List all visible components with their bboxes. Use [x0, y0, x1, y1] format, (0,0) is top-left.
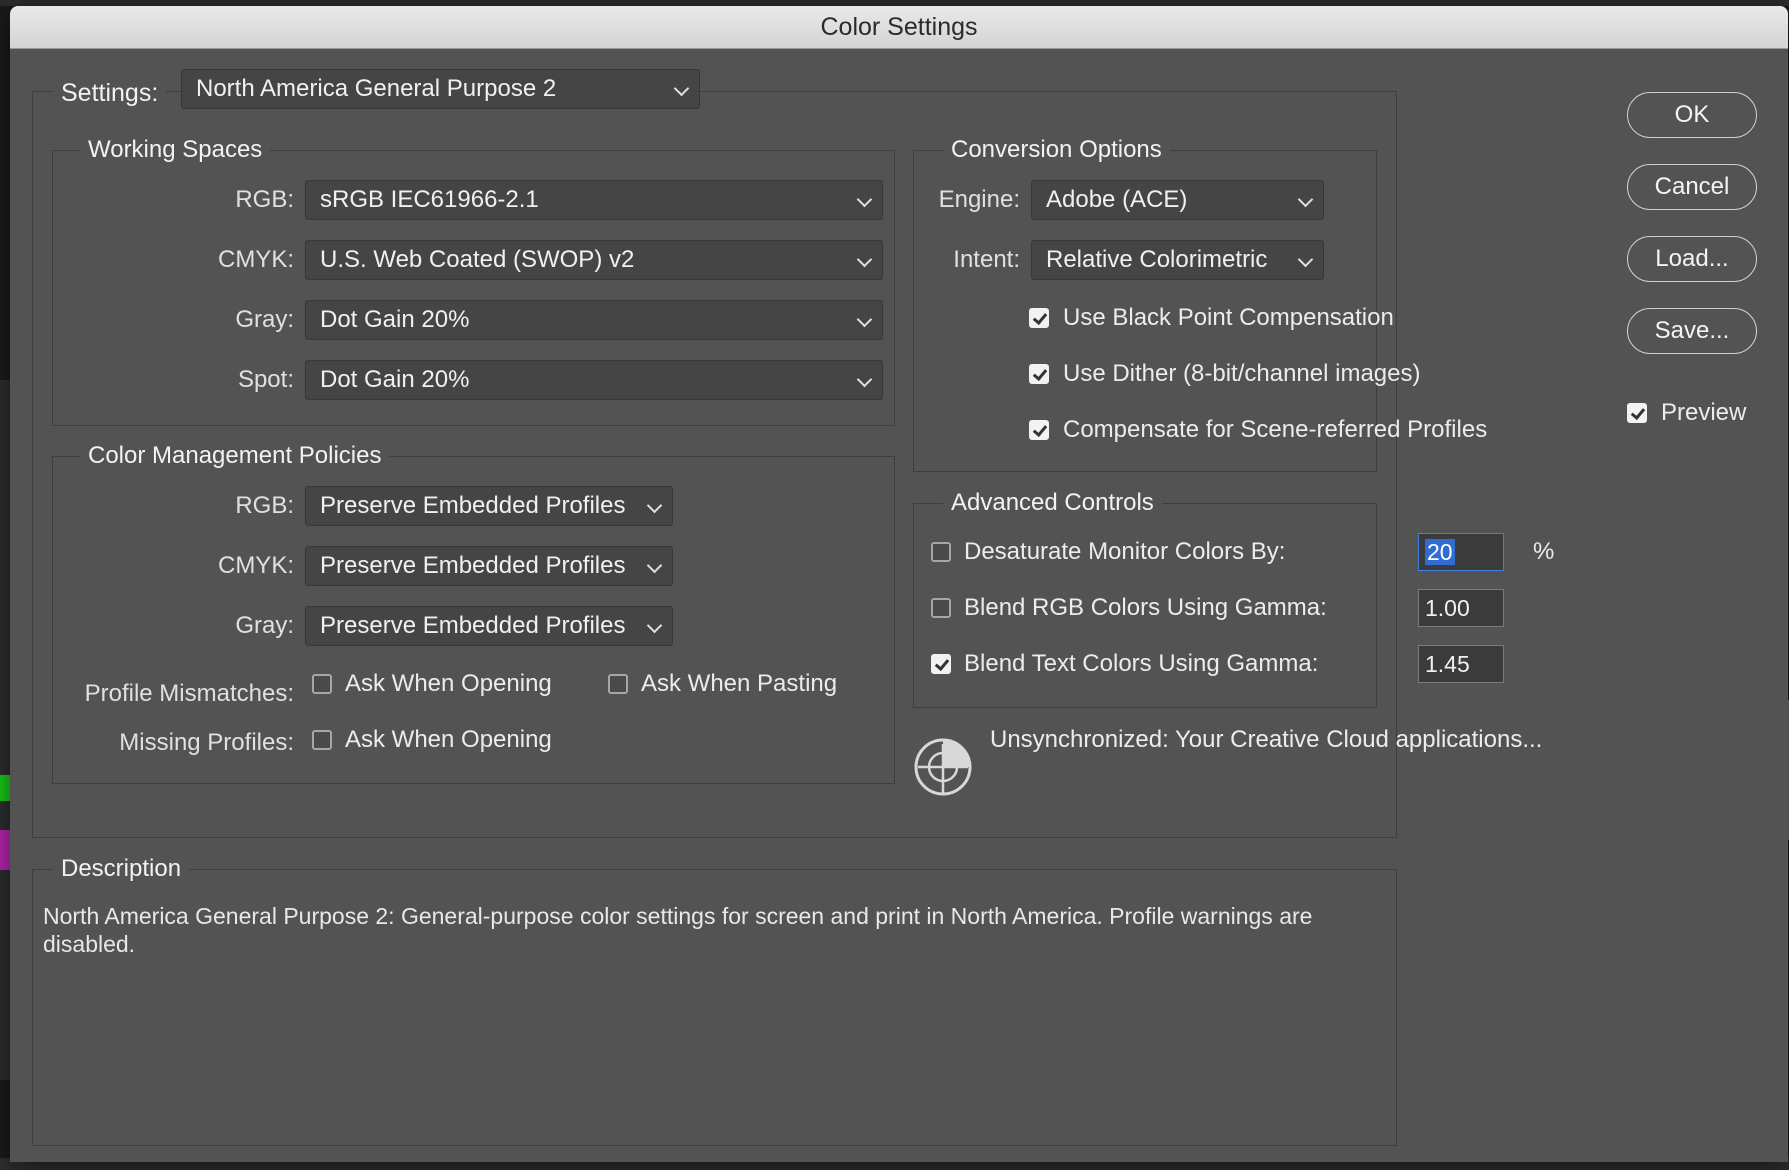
- ws-spot-select[interactable]: Dot Gain 20%: [305, 360, 883, 400]
- blend-text-label: Blend Text Colors Using Gamma:: [964, 650, 1319, 677]
- sync-status-text: Unsynchronized: Your Creative Cloud appl…: [990, 726, 1543, 753]
- policies-title: Color Management Policies: [80, 442, 390, 470]
- engine-select[interactable]: Adobe (ACE): [1031, 180, 1324, 220]
- desaturate-input[interactable]: 20: [1418, 533, 1504, 571]
- blend-text-checkbox[interactable]: [931, 654, 951, 674]
- blend-rgb-input[interactable]: 1.00: [1418, 589, 1504, 627]
- chevron-down-icon: [856, 311, 873, 328]
- desaturate-unit: %: [1533, 538, 1555, 565]
- mismatch-ask-pasting-checkbox[interactable]: [608, 674, 628, 694]
- intent-select[interactable]: Relative Colorimetric: [1031, 240, 1324, 280]
- engine-label: Engine:: [938, 186, 1020, 213]
- blend-rgb-label: Blend RGB Colors Using Gamma:: [964, 594, 1327, 621]
- desaturate-checkbox[interactable]: [931, 542, 951, 562]
- dither-label: Use Dither (8-bit/channel images): [1063, 360, 1421, 387]
- desaturate-label: Desaturate Monitor Colors By:: [964, 538, 1286, 565]
- chevron-down-icon: [1297, 251, 1314, 268]
- ws-gray-label: Gray:: [235, 306, 294, 333]
- settings-label: Settings:: [53, 79, 167, 107]
- intent-value: Relative Colorimetric: [1046, 246, 1268, 273]
- description-text: North America General Purpose 2: General…: [43, 903, 1313, 957]
- scene-referred-checkbox[interactable]: [1029, 420, 1049, 440]
- ws-rgb-value: sRGB IEC61966-2.1: [320, 186, 539, 213]
- engine-value: Adobe (ACE): [1046, 186, 1188, 213]
- policy-cmyk-value: Preserve Embedded Profiles: [320, 552, 626, 579]
- ws-rgb-label: RGB:: [235, 186, 294, 213]
- ws-rgb-select[interactable]: sRGB IEC61966-2.1: [305, 180, 883, 220]
- ws-gray-select[interactable]: Dot Gain 20%: [305, 300, 883, 340]
- unsynchronized-icon: [912, 736, 974, 798]
- policy-rgb-label: RGB:: [235, 492, 294, 519]
- window-title: Color Settings: [10, 6, 1788, 49]
- policy-cmyk-select[interactable]: Preserve Embedded Profiles: [305, 546, 673, 586]
- mismatch-ask-opening-label: Ask When Opening: [345, 670, 552, 697]
- black-point-checkbox[interactable]: [1029, 308, 1049, 328]
- description-title: Description: [53, 855, 190, 883]
- conversion-title: Conversion Options: [943, 136, 1170, 164]
- preview-label: Preview: [1661, 399, 1747, 426]
- policy-rgb-select[interactable]: Preserve Embedded Profiles: [305, 486, 673, 526]
- missing-ask-opening-checkbox[interactable]: [312, 730, 332, 750]
- chevron-down-icon: [646, 557, 663, 574]
- blend-rgb-checkbox[interactable]: [931, 598, 951, 618]
- scene-referred-label: Compensate for Scene-referred Profiles: [1063, 416, 1488, 443]
- save-button[interactable]: Save...: [1627, 308, 1757, 354]
- load-button[interactable]: Load...: [1627, 236, 1757, 282]
- policy-rgb-value: Preserve Embedded Profiles: [320, 492, 626, 519]
- preview-checkbox[interactable]: [1627, 403, 1647, 423]
- ws-cmyk-select[interactable]: U.S. Web Coated (SWOP) v2: [305, 240, 883, 280]
- profile-mismatches-label: Profile Mismatches:: [84, 680, 294, 707]
- settings-select[interactable]: North America General Purpose 2: [181, 69, 700, 109]
- dither-checkbox[interactable]: [1029, 364, 1049, 384]
- policy-gray-value: Preserve Embedded Profiles: [320, 612, 626, 639]
- mismatch-ask-opening-checkbox[interactable]: [312, 674, 332, 694]
- ws-spot-label: Spot:: [237, 366, 294, 393]
- ok-button[interactable]: OK: [1627, 92, 1757, 138]
- color-settings-dialog: Color Settings Settings: North America G…: [10, 6, 1788, 1162]
- chevron-down-icon: [856, 191, 873, 208]
- chevron-down-icon: [856, 251, 873, 268]
- ws-spot-value: Dot Gain 20%: [320, 366, 470, 393]
- chevron-down-icon: [856, 371, 873, 388]
- working-spaces-title: Working Spaces: [80, 136, 271, 164]
- advanced-title: Advanced Controls: [943, 489, 1162, 517]
- settings-value: North America General Purpose 2: [196, 75, 557, 102]
- intent-label: Intent:: [953, 246, 1020, 273]
- policy-gray-label: Gray:: [235, 612, 294, 639]
- chevron-down-icon: [646, 617, 663, 634]
- missing-ask-opening-label: Ask When Opening: [345, 726, 552, 753]
- missing-profiles-label: Missing Profiles:: [119, 729, 294, 756]
- mismatch-ask-pasting-label: Ask When Pasting: [641, 670, 838, 697]
- chevron-down-icon: [1297, 191, 1314, 208]
- policy-gray-select[interactable]: Preserve Embedded Profiles: [305, 606, 673, 646]
- cancel-button[interactable]: Cancel: [1627, 164, 1757, 210]
- chevron-down-icon: [673, 80, 690, 97]
- ws-cmyk-label: CMYK:: [217, 246, 294, 273]
- desaturate-value: 20: [1425, 539, 1455, 565]
- black-point-label: Use Black Point Compensation: [1063, 304, 1394, 331]
- chevron-down-icon: [646, 497, 663, 514]
- blend-text-input[interactable]: 1.45: [1418, 645, 1504, 683]
- ws-gray-value: Dot Gain 20%: [320, 306, 470, 333]
- policy-cmyk-label: CMYK:: [217, 552, 294, 579]
- ws-cmyk-value: U.S. Web Coated (SWOP) v2: [320, 246, 635, 273]
